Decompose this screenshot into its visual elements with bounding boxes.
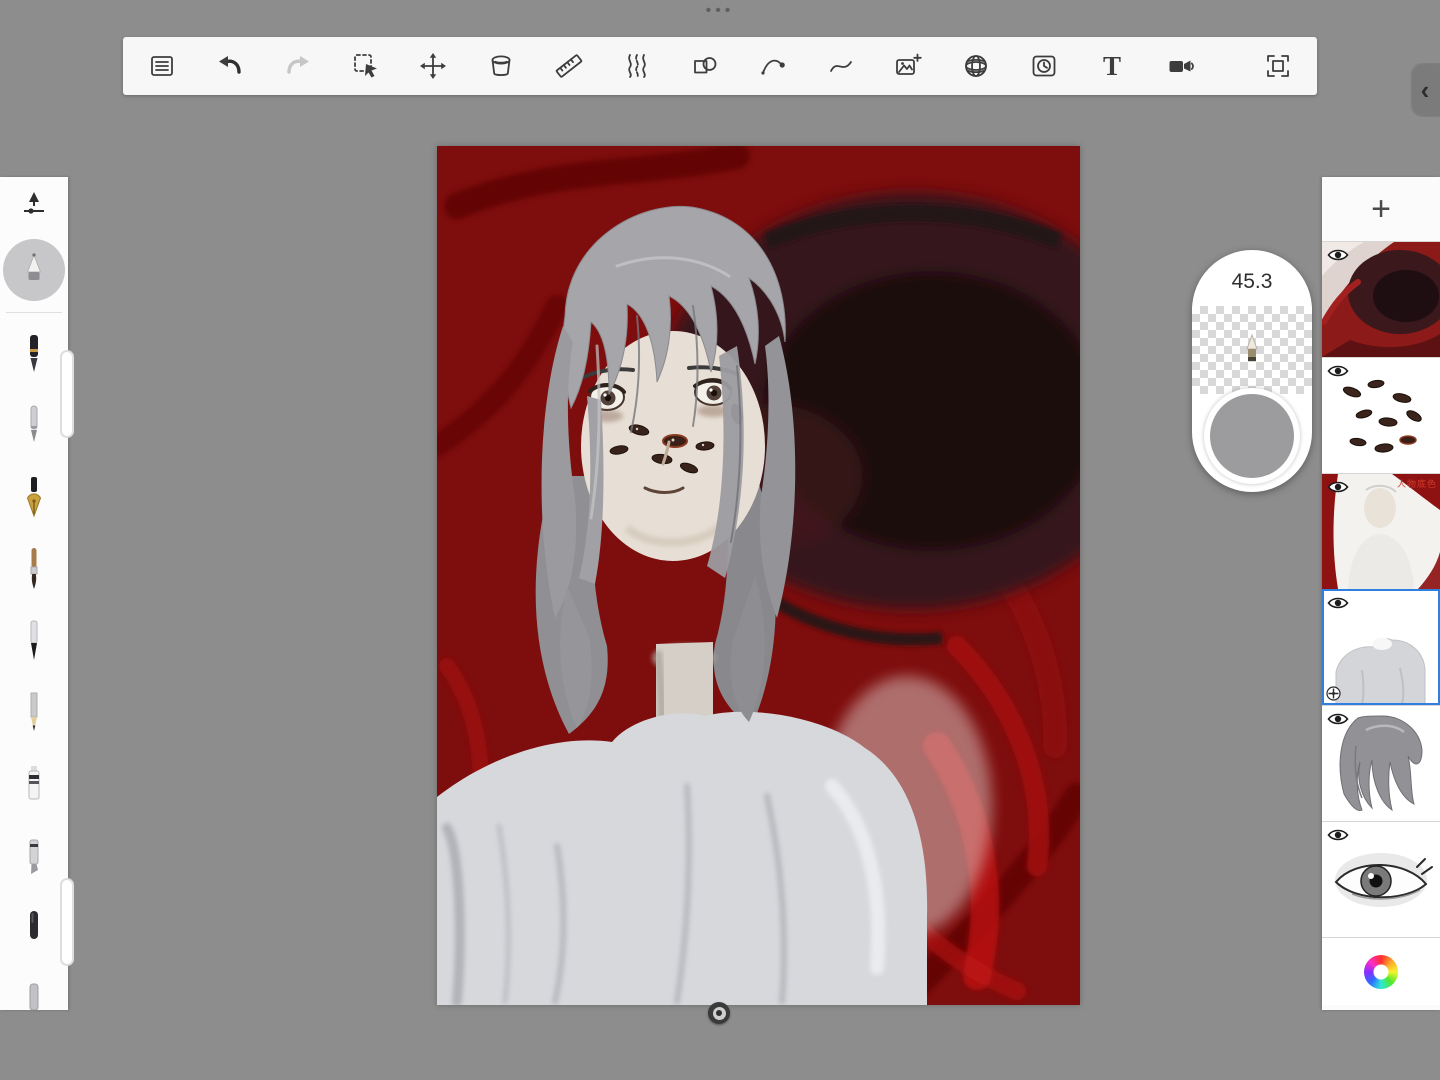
layer-visibility-eye-icon[interactable] <box>1327 711 1349 727</box>
add-image-icon <box>894 52 922 80</box>
undo-button[interactable] <box>209 44 251 88</box>
brush-selected-wrap <box>0 233 68 307</box>
brush-settings-icon <box>19 188 49 223</box>
brush-group-handle-bottom[interactable] <box>60 878 74 966</box>
brush-tip-icon <box>1239 333 1265 367</box>
shape-stamp-icon <box>691 52 719 80</box>
layer-eye-sketch[interactable] <box>1322 821 1440 937</box>
brush-item-fountain-pen[interactable] <box>0 318 68 390</box>
text-tool-button[interactable]: T <box>1091 44 1133 88</box>
mesh-sphere-button[interactable] <box>955 44 997 88</box>
liquify-tool-icon <box>623 52 651 80</box>
fill-bucket-button[interactable] <box>480 44 522 88</box>
paint-brush-icon <box>22 546 46 595</box>
collapse-toolbar-tab[interactable]: ‹ <box>1410 63 1440 117</box>
layer-visibility-eye-icon[interactable] <box>1327 247 1349 263</box>
brush-settings-button[interactable] <box>0 177 68 233</box>
layer-background-painting[interactable] <box>1322 241 1440 357</box>
brush-item-fine-liner[interactable] <box>0 606 68 678</box>
brush-item-airbrush[interactable] <box>3 239 65 301</box>
move-tool-icon <box>419 52 447 80</box>
ruler-tool-button[interactable] <box>548 44 590 88</box>
video-camera-button[interactable] <box>1159 44 1201 88</box>
select-tool-button[interactable] <box>345 44 387 88</box>
layers-panel: + <box>1322 177 1440 1010</box>
layer-overlay-text: 人物底色 <box>1397 477 1437 490</box>
layer-visibility-eye-icon[interactable] <box>1327 827 1349 843</box>
snapshot-clock-button[interactable] <box>1023 44 1065 88</box>
menu-list-button[interactable] <box>141 44 183 88</box>
canvas-rotate-handle[interactable] <box>708 1002 730 1024</box>
snapshot-clock-icon <box>1030 52 1058 80</box>
brush-partial-icon <box>22 978 46 1011</box>
canvas-rotate-handle-inner <box>713 1007 726 1020</box>
canvas[interactable] <box>437 146 1080 1005</box>
text-tool-icon: T <box>1103 53 1121 80</box>
artwork <box>437 146 1080 1005</box>
app-window: ••• <box>0 0 1440 1080</box>
brush-item-round-pen[interactable] <box>0 894 68 966</box>
mesh-sphere-icon <box>962 52 990 80</box>
chisel-marker-icon <box>22 834 46 883</box>
stylus-pen-icon <box>22 402 46 451</box>
round-pen-icon <box>22 906 46 955</box>
ruler-tool-icon <box>555 52 583 80</box>
layer-move-badge-icon[interactable] <box>1326 686 1341 701</box>
video-camera-icon <box>1166 52 1194 80</box>
menu-list-icon <box>148 52 176 80</box>
brush-color-preview[interactable] <box>1204 388 1300 484</box>
toolbar-tool-group: T <box>141 44 1257 88</box>
fountain-pen-icon <box>22 330 46 379</box>
layer-shirt[interactable] <box>1322 589 1440 705</box>
color-wheel[interactable] <box>1364 955 1398 989</box>
fine-liner-icon <box>22 618 46 667</box>
layer-hair[interactable] <box>1322 705 1440 821</box>
layer-visibility-eye-icon[interactable] <box>1327 595 1349 611</box>
chevron-left-icon: ‹ <box>1421 77 1430 103</box>
color-row <box>1322 937 1440 1005</box>
layer-figure-base[interactable]: 人物底色 <box>1322 473 1440 589</box>
multitask-dots-icon[interactable]: ••• <box>706 2 735 20</box>
move-tool-button[interactable] <box>412 44 454 88</box>
brush-item-gold-nib-pen[interactable] <box>0 462 68 534</box>
brush-item-partial[interactable] <box>0 966 68 1010</box>
brush-divider <box>6 312 62 313</box>
brush-size-value: 45.3 <box>1192 250 1312 294</box>
main-toolbar: T <box>123 37 1317 95</box>
eraser-block-icon <box>22 762 46 811</box>
layer-extra-eyes[interactable] <box>1322 357 1440 473</box>
pencil-icon <box>22 690 46 739</box>
shape-stamp-button[interactable] <box>684 44 726 88</box>
brush-item-stylus-pen[interactable] <box>0 390 68 462</box>
undo-icon <box>216 52 244 80</box>
canvas-frame-icon <box>1264 52 1292 80</box>
brush-group-handle-top[interactable] <box>60 350 74 438</box>
layer-visibility-eye-icon[interactable] <box>1327 363 1349 379</box>
select-tool-icon <box>352 52 380 80</box>
gold-nib-pen-icon <box>22 474 46 523</box>
curve-stroke-icon <box>827 52 855 80</box>
brush-item-eraser-block[interactable] <box>0 750 68 822</box>
redo-button[interactable] <box>277 44 319 88</box>
brush-item-chisel-marker[interactable] <box>0 822 68 894</box>
layer-visibility-eye-icon[interactable] <box>1327 479 1349 495</box>
brush-panel <box>0 177 68 1010</box>
curve-stroke-button[interactable] <box>820 44 862 88</box>
brush-item-paint-brush[interactable] <box>0 534 68 606</box>
brush-item-pencil[interactable] <box>0 678 68 750</box>
liquify-tool-button[interactable] <box>616 44 658 88</box>
fill-bucket-icon <box>487 52 515 80</box>
brush-size-control[interactable]: 45.3 <box>1192 250 1312 492</box>
canvas-frame-button[interactable] <box>1257 44 1299 88</box>
brush-tip-preview <box>1192 306 1312 394</box>
airbrush-icon <box>17 251 51 290</box>
curve-point-icon <box>759 52 787 80</box>
add-image-button[interactable] <box>887 44 929 88</box>
redo-icon <box>284 52 312 80</box>
add-layer-button[interactable]: + <box>1322 177 1440 241</box>
curve-point-button[interactable] <box>752 44 794 88</box>
